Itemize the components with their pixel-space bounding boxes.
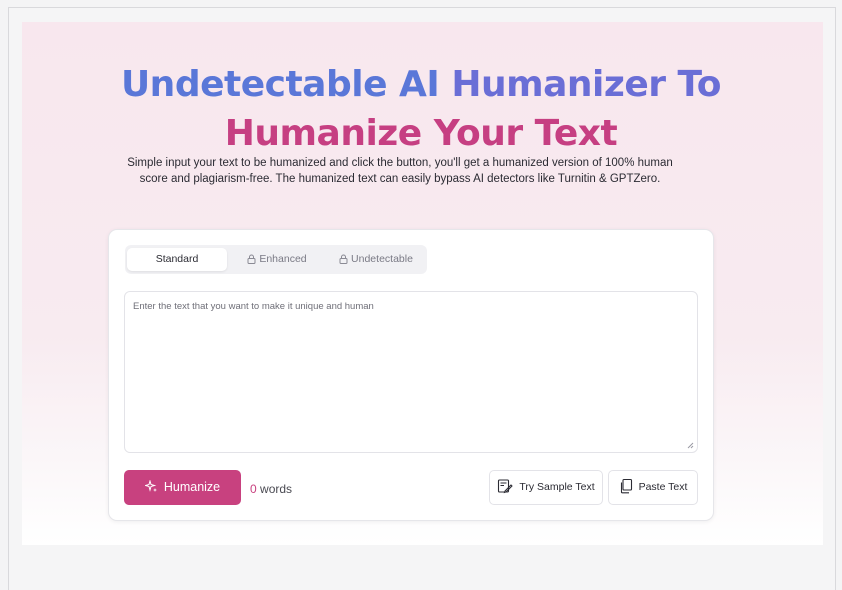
sparkle-icon bbox=[143, 479, 157, 492]
lock-icon bbox=[339, 254, 348, 264]
tab-undetectable-label: Undetectable bbox=[351, 253, 413, 265]
tab-standard-label: Standard bbox=[155, 253, 199, 265]
mode-tabs: Standard Enhanced Undetectable bbox=[125, 245, 427, 274]
sample-text-icon bbox=[498, 479, 514, 494]
text-input-placeholder: Enter the text that you want to make it … bbox=[133, 301, 374, 312]
paste-text-label: Paste Text bbox=[638, 481, 688, 493]
page-subtitle: Simple input your text to be humanized a… bbox=[100, 155, 700, 187]
tab-undetectable[interactable]: Undetectable bbox=[327, 248, 425, 271]
try-sample-button[interactable]: Try Sample Text bbox=[489, 470, 603, 505]
paste-icon bbox=[620, 478, 632, 494]
word-count-unit: words bbox=[256, 482, 293, 496]
paste-text-button[interactable]: Paste Text bbox=[608, 470, 698, 505]
humanize-button-label: Humanize bbox=[163, 480, 221, 494]
page-title-line1: Undetectable AI Humanizer To bbox=[120, 64, 722, 105]
tab-enhanced[interactable]: Enhanced bbox=[227, 248, 327, 271]
try-sample-label: Try Sample Text bbox=[519, 481, 595, 493]
lock-icon bbox=[247, 254, 256, 264]
tab-enhanced-label: Enhanced bbox=[259, 253, 307, 265]
subtitle-line-2: score and plagiarism-free. The humanized… bbox=[139, 173, 661, 185]
text-input[interactable]: Enter the text that you want to make it … bbox=[124, 291, 698, 453]
word-count: 0 words bbox=[250, 482, 292, 496]
page-title-line2: Humanize Your Text bbox=[224, 113, 618, 154]
tab-standard[interactable]: Standard bbox=[127, 248, 227, 271]
humanize-button[interactable]: Humanize bbox=[124, 470, 241, 505]
subtitle-line-1: Simple input your text to be humanized a… bbox=[127, 157, 673, 169]
resize-handle-icon[interactable] bbox=[687, 442, 694, 449]
word-count-number: 0 bbox=[250, 482, 257, 496]
